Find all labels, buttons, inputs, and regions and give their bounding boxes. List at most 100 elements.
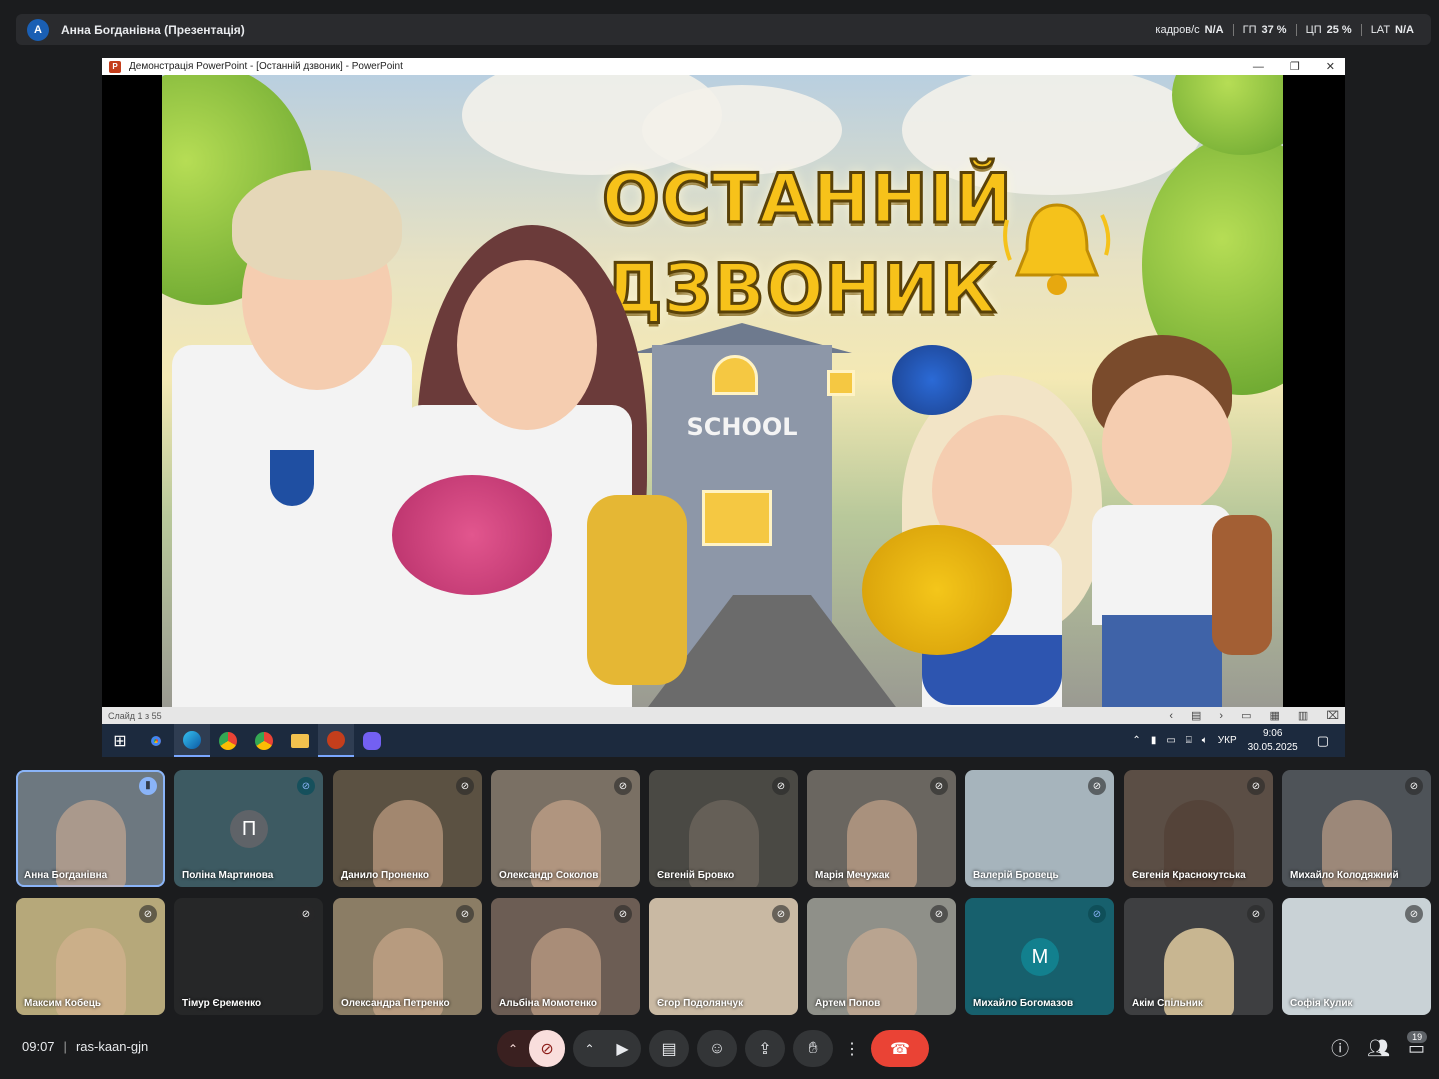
powerpoint-taskbar-icon[interactable] xyxy=(318,724,354,757)
people-icon[interactable]: 👥︎ 19 xyxy=(1367,1030,1428,1059)
mic-off-icon: ⊘ xyxy=(1088,777,1106,795)
system-tray: ⌃ ▮ ▭ ⌸ 🔈︎ УКР 9:06 30.05.2025 ▢ xyxy=(1127,724,1345,757)
participant-tile[interactable]: П ⊘ Поліна Мартинова xyxy=(174,770,323,887)
mic-options-chevron-icon[interactable]: ⌃ xyxy=(497,1030,529,1067)
tray-chevron-icon[interactable]: ⌃ xyxy=(1132,735,1140,746)
mic-off-icon: ⊘ xyxy=(614,777,632,795)
participant-tile[interactable]: ⊘ Валерій Бровець xyxy=(965,770,1114,887)
reading-view-icon[interactable]: ▥ xyxy=(1298,709,1308,722)
stat-latency: LAT N/A xyxy=(1360,23,1423,36)
slide-image: SCHOOL ОСТАННІЙ ДЗВОНИК xyxy=(162,75,1283,707)
viber-icon[interactable] xyxy=(354,724,390,757)
sorter-view-icon[interactable]: ▦ xyxy=(1270,709,1280,722)
present-button[interactable]: ⇪ xyxy=(745,1030,785,1067)
notifications-icon[interactable]: ▢ xyxy=(1317,733,1329,749)
ppt-title-bar: P Демонстрація PowerPoint - [Останній дз… xyxy=(102,58,1345,75)
presenter-avatar: А xyxy=(27,18,49,41)
network-icon[interactable]: ⌸ xyxy=(1186,735,1192,746)
tray-app-icon[interactable]: ▮ xyxy=(1151,735,1157,746)
mic-off-icon: ⊘ xyxy=(772,777,790,795)
stat-cpu: ЦП 25 % xyxy=(1295,23,1361,36)
mic-off-button[interactable]: ⊘ xyxy=(529,1030,565,1067)
edge-icon[interactable] xyxy=(174,724,210,757)
school-window xyxy=(712,355,758,395)
next-slide-icon[interactable]: › xyxy=(1219,710,1223,722)
mic-off-icon: ⊘ xyxy=(1247,777,1265,795)
mic-off-icon: ⊘ xyxy=(1405,905,1423,923)
participant-tile[interactable]: ⊘ Софія Кулик xyxy=(1282,898,1431,1015)
participant-tile[interactable]: ⊘ Данило Проненко xyxy=(333,770,482,887)
mic-off-icon: ⊘ xyxy=(1405,777,1423,795)
stat-gpu: ГП 37 % xyxy=(1232,23,1296,36)
more-options-button[interactable]: ⋮ xyxy=(841,1030,863,1067)
prev-slide-icon[interactable]: ‹ xyxy=(1169,710,1173,722)
mic-off-icon: ⊘ xyxy=(139,905,157,923)
chrome-icon[interactable] xyxy=(138,724,174,757)
shared-screen: P Демонстрація PowerPoint - [Останній дз… xyxy=(102,58,1345,757)
meeting-info: 09:07 | ras-kaan-gjn xyxy=(22,1039,149,1054)
mic-off-icon: ⊘ xyxy=(297,777,315,795)
close-icon[interactable]: ✕ xyxy=(1326,60,1335,73)
reactions-button[interactable]: ☺ xyxy=(697,1030,737,1067)
mic-off-icon: ⊘ xyxy=(772,905,790,923)
school-sign: SCHOOL xyxy=(686,413,798,441)
chrome-profile-icon[interactable] xyxy=(246,724,282,757)
presenter-label: Анна Богданівна (Презентація) xyxy=(61,22,245,37)
volume-icon[interactable]: 🔈︎ xyxy=(1202,735,1208,746)
chrome-profile-icon[interactable] xyxy=(210,724,246,757)
participant-count-badge: 19 xyxy=(1407,1030,1428,1043)
meeting-time: 09:07 xyxy=(22,1039,55,1054)
stat-fps: кадров/с N/A xyxy=(1155,23,1224,36)
participant-tile[interactable]: ⊘ Марія Мечужак xyxy=(807,770,956,887)
camera-button[interactable]: ▶︎ xyxy=(606,1030,639,1067)
normal-view-icon[interactable]: ▭ xyxy=(1241,709,1251,722)
restore-icon[interactable]: ❐ xyxy=(1290,60,1300,73)
meeting-code: ras-kaan-gjn xyxy=(75,1039,149,1054)
bell-icon xyxy=(1003,203,1111,295)
meeting-details-icon[interactable]: ⓘ xyxy=(1331,1035,1349,1061)
camera-options-chevron-icon[interactable]: ⌃ xyxy=(573,1030,606,1067)
participant-tile[interactable]: ⦀ Анна Богданівна xyxy=(16,770,165,887)
participant-tile[interactable]: М ⊘ Михайло Богомазов xyxy=(965,898,1114,1015)
presenter-bar: А Анна Богданівна (Презентація) кадров/с… xyxy=(16,14,1431,45)
mic-off-icon: ⊘ xyxy=(297,905,315,923)
mic-off-icon: ⊘ xyxy=(930,905,948,923)
participant-tile[interactable]: ⊘ Олександр Соколов xyxy=(491,770,640,887)
participant-tile[interactable]: ⊘ Євгенія Краснокутська xyxy=(1124,770,1273,887)
participant-avatar: М xyxy=(1021,938,1059,976)
file-explorer-icon[interactable] xyxy=(282,724,318,757)
windows-start-icon[interactable]: ⊞ xyxy=(102,724,138,757)
participant-tile[interactable]: ⊘ Євгеній Бровко xyxy=(649,770,798,887)
minimize-icon[interactable]: — xyxy=(1253,61,1264,73)
mic-control: ⌃ ⊘ xyxy=(497,1030,565,1067)
captions-button[interactable]: ▤ xyxy=(649,1030,689,1067)
mic-off-icon: ⊘ xyxy=(614,905,632,923)
participant-tile[interactable]: ⊘ Альбіна Момотенко xyxy=(491,898,640,1015)
mic-off-icon: ⊘ xyxy=(456,777,474,795)
participant-tile[interactable]: ⊘ Єгор Подолянчук xyxy=(649,898,798,1015)
participant-tile[interactable]: ⊘ Олександра Петренко xyxy=(333,898,482,1015)
ppt-window-title: Демонстрація PowerPoint - [Останній дзво… xyxy=(129,61,403,72)
leave-call-button[interactable]: ☎︎ xyxy=(871,1030,929,1067)
speaking-icon: ⦀ xyxy=(139,777,157,795)
slides-menu-icon[interactable]: ▤ xyxy=(1191,709,1201,722)
participant-tile[interactable]: ⊘ Михайло Колодяжний xyxy=(1282,770,1431,887)
participant-tile[interactable]: ⊘ Максим Кобець xyxy=(16,898,165,1015)
meeting-controls-bar: 09:07 | ras-kaan-gjn ⌃ ⊘ ⌃ ▶︎ ▤ ☺ ⇪ ✋︎ ⋮ ☎… xyxy=(0,1025,1439,1079)
slideshow-view-icon[interactable]: ⌧ xyxy=(1326,709,1339,722)
mic-off-icon: ⊘ xyxy=(1247,905,1265,923)
slide-title: ОСТАННІЙ ДЗВОНИК xyxy=(601,159,1014,331)
raise-hand-button[interactable]: ✋︎ xyxy=(793,1030,833,1067)
ppt-status-bar: Слайд 1 з 55 ‹ ▤ › ▭ ▦ ▥ ⌧ xyxy=(102,707,1345,724)
participant-tile[interactable]: ⊘ Тімур Єременко xyxy=(174,898,323,1015)
battery-icon[interactable]: ▭ xyxy=(1166,735,1175,746)
taskbar-clock[interactable]: 9:06 30.05.2025 xyxy=(1248,727,1298,755)
school-window xyxy=(702,490,772,546)
participant-avatar: П xyxy=(230,810,268,848)
language-indicator[interactable]: УКР xyxy=(1218,735,1237,746)
participant-tile[interactable]: ⊘ Акім Спільник xyxy=(1124,898,1273,1015)
participant-tile[interactable]: ⊘ Артем Попов xyxy=(807,898,956,1015)
school-window xyxy=(827,370,855,396)
slide-counter: Слайд 1 з 55 xyxy=(108,710,162,721)
mic-off-icon: ⊘ xyxy=(930,777,948,795)
